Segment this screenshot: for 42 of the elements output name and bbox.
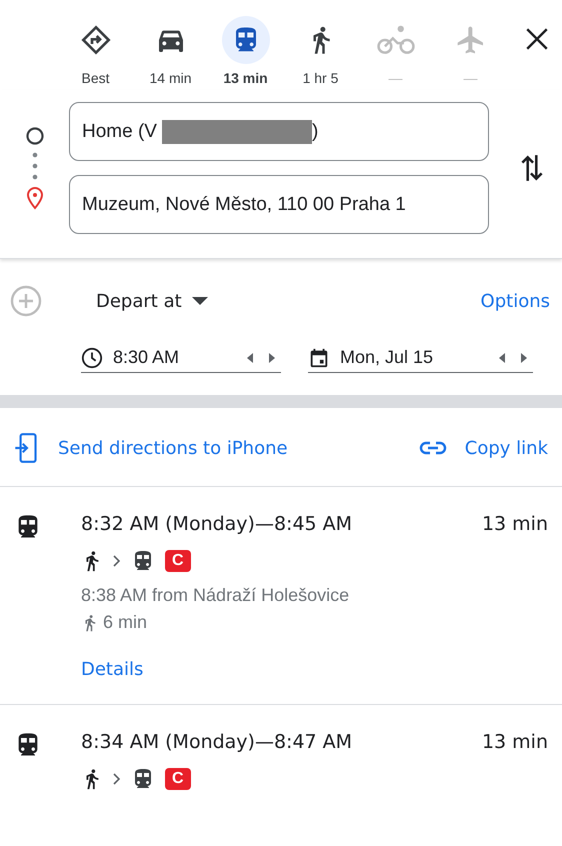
- turn-sign-icon: [80, 24, 112, 56]
- dropdown-caret-icon: [192, 297, 208, 305]
- route-times: 8:32 AM (Monday)—8:45 AM: [81, 513, 352, 535]
- copy-link-button[interactable]: Copy link: [418, 438, 548, 458]
- previous-arrow-icon[interactable]: [499, 352, 505, 362]
- origin-circle-icon: [24, 126, 44, 146]
- close-icon: [524, 26, 550, 52]
- details-link[interactable]: Details: [81, 659, 144, 680]
- travel-mode-tab[interactable]: 1 hr 5: [283, 16, 358, 86]
- departure-text: 8:38 AM from Nádraží Holešovice: [81, 585, 350, 606]
- bicycle-icon: [376, 24, 414, 56]
- route-card[interactable]: 8:32 AM (Monday)—8:45 AM 13 min C 8:38 AM from Nádraží Holešovice 6 min Details: [0, 487, 562, 705]
- route-duration: 13 min: [482, 513, 548, 535]
- route-duration: 13 min: [482, 731, 548, 753]
- calendar-icon: [308, 346, 330, 368]
- chevron-icon: [113, 555, 121, 567]
- travel-mode-tab[interactable]: 14 min: [133, 16, 208, 86]
- depart-at-dropdown[interactable]: Depart at: [96, 290, 208, 312]
- destination-field[interactable]: Muzeum, Nové Město, 110 00 Praha 1: [69, 175, 489, 234]
- link-icon: [418, 440, 447, 456]
- origin-text: ): [312, 120, 318, 142]
- travel-mode-tab[interactable]: 13 min: [208, 16, 283, 86]
- date-picker[interactable]: Mon, Jul 15: [308, 343, 533, 373]
- time-picker[interactable]: 8:30 AM: [81, 343, 281, 373]
- route-card[interactable]: 8:34 AM (Monday)—8:47 AM 13 min C: [0, 705, 562, 815]
- next-arrow-icon[interactable]: [521, 352, 527, 362]
- origin-text: Home (V: [82, 120, 157, 142]
- dotted-line-icon: [32, 150, 38, 182]
- route-times: 8:34 AM (Monday)—8:47 AM: [81, 731, 352, 753]
- travel-mode-tab[interactable]: Best: [58, 16, 133, 86]
- line-badge: C: [165, 550, 191, 572]
- location-pin-icon: [24, 186, 44, 210]
- walk-time: 6 min: [103, 612, 148, 633]
- line-badge: C: [165, 768, 191, 790]
- clock-icon: [81, 346, 103, 368]
- swap-arrows-icon: [519, 153, 545, 183]
- next-arrow-icon[interactable]: [269, 352, 275, 362]
- chevron-icon: [113, 773, 121, 785]
- send-to-phone-button[interactable]: Send directions to iPhone: [14, 432, 288, 464]
- previous-arrow-icon[interactable]: [247, 352, 253, 362]
- options-link[interactable]: Options: [480, 290, 550, 312]
- origin-field[interactable]: Home (V ): [69, 102, 489, 161]
